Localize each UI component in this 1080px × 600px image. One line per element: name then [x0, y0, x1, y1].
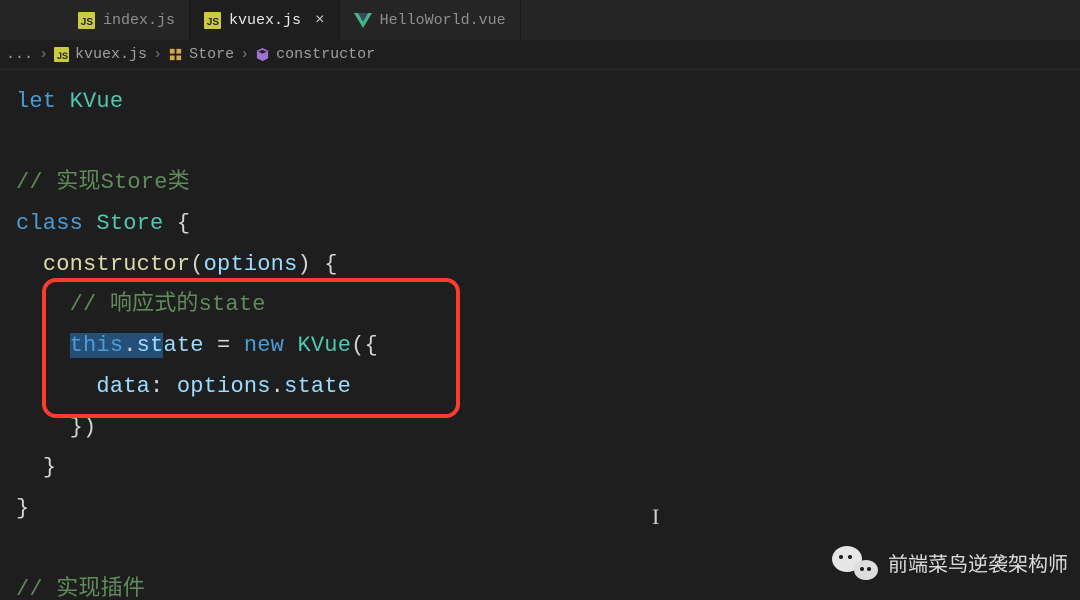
- chevron-right-icon: ›: [153, 46, 162, 63]
- breadcrumb-constructor[interactable]: constructor: [276, 46, 375, 63]
- code-line: // 响应式的state: [16, 285, 1080, 326]
- code-line: constructor(options) {: [16, 245, 1080, 286]
- js-icon: JS: [204, 12, 221, 29]
- code-line: }): [16, 408, 1080, 449]
- breadcrumb-class[interactable]: Store: [189, 46, 234, 63]
- breadcrumb: ... › JS kvuex.js › Store › constructor: [0, 40, 1080, 70]
- tab-helloworld-vue[interactable]: HelloWorld.vue: [340, 0, 521, 40]
- tab-label: HelloWorld.vue: [380, 12, 506, 29]
- vue-icon: [354, 13, 372, 28]
- tab-bar: JS index.js JS kvuex.js × HelloWorld.vue: [0, 0, 1080, 40]
- code-line: let KVue: [16, 82, 1080, 123]
- tab-kvuex-js[interactable]: JS kvuex.js ×: [190, 0, 340, 40]
- code-line: data: options.state: [16, 367, 1080, 408]
- code-line: }: [16, 489, 1080, 530]
- code-line: class Store {: [16, 204, 1080, 245]
- tab-label: index.js: [103, 12, 175, 29]
- breadcrumb-file[interactable]: kvuex.js: [75, 46, 147, 63]
- close-icon[interactable]: ×: [315, 11, 325, 29]
- tabbar-leading-gap: [0, 0, 64, 40]
- class-icon: [168, 47, 183, 62]
- chevron-right-icon: ›: [240, 46, 249, 63]
- watermark-text: 前端菜鸟逆袭架构师: [888, 548, 1068, 577]
- channel-watermark: 前端菜鸟逆袭架构师: [832, 544, 1068, 580]
- wechat-icon: [832, 544, 878, 580]
- breadcrumb-ellipsis[interactable]: ...: [6, 46, 33, 63]
- tab-index-js[interactable]: JS index.js: [64, 0, 190, 40]
- js-icon: JS: [78, 12, 95, 29]
- chevron-right-icon: ›: [39, 46, 48, 63]
- code-line: this.state = new KVue({: [16, 326, 1080, 367]
- code-line: // 实现Store类: [16, 163, 1080, 204]
- cube-icon: [255, 47, 270, 62]
- js-icon: JS: [54, 47, 69, 62]
- code-editor[interactable]: let KVue // 实现Store类 class Store { const…: [0, 70, 1080, 600]
- text-cursor-icon: I: [652, 504, 659, 530]
- code-line: [16, 123, 1080, 164]
- code-line: }: [16, 448, 1080, 489]
- tab-label: kvuex.js: [229, 12, 301, 29]
